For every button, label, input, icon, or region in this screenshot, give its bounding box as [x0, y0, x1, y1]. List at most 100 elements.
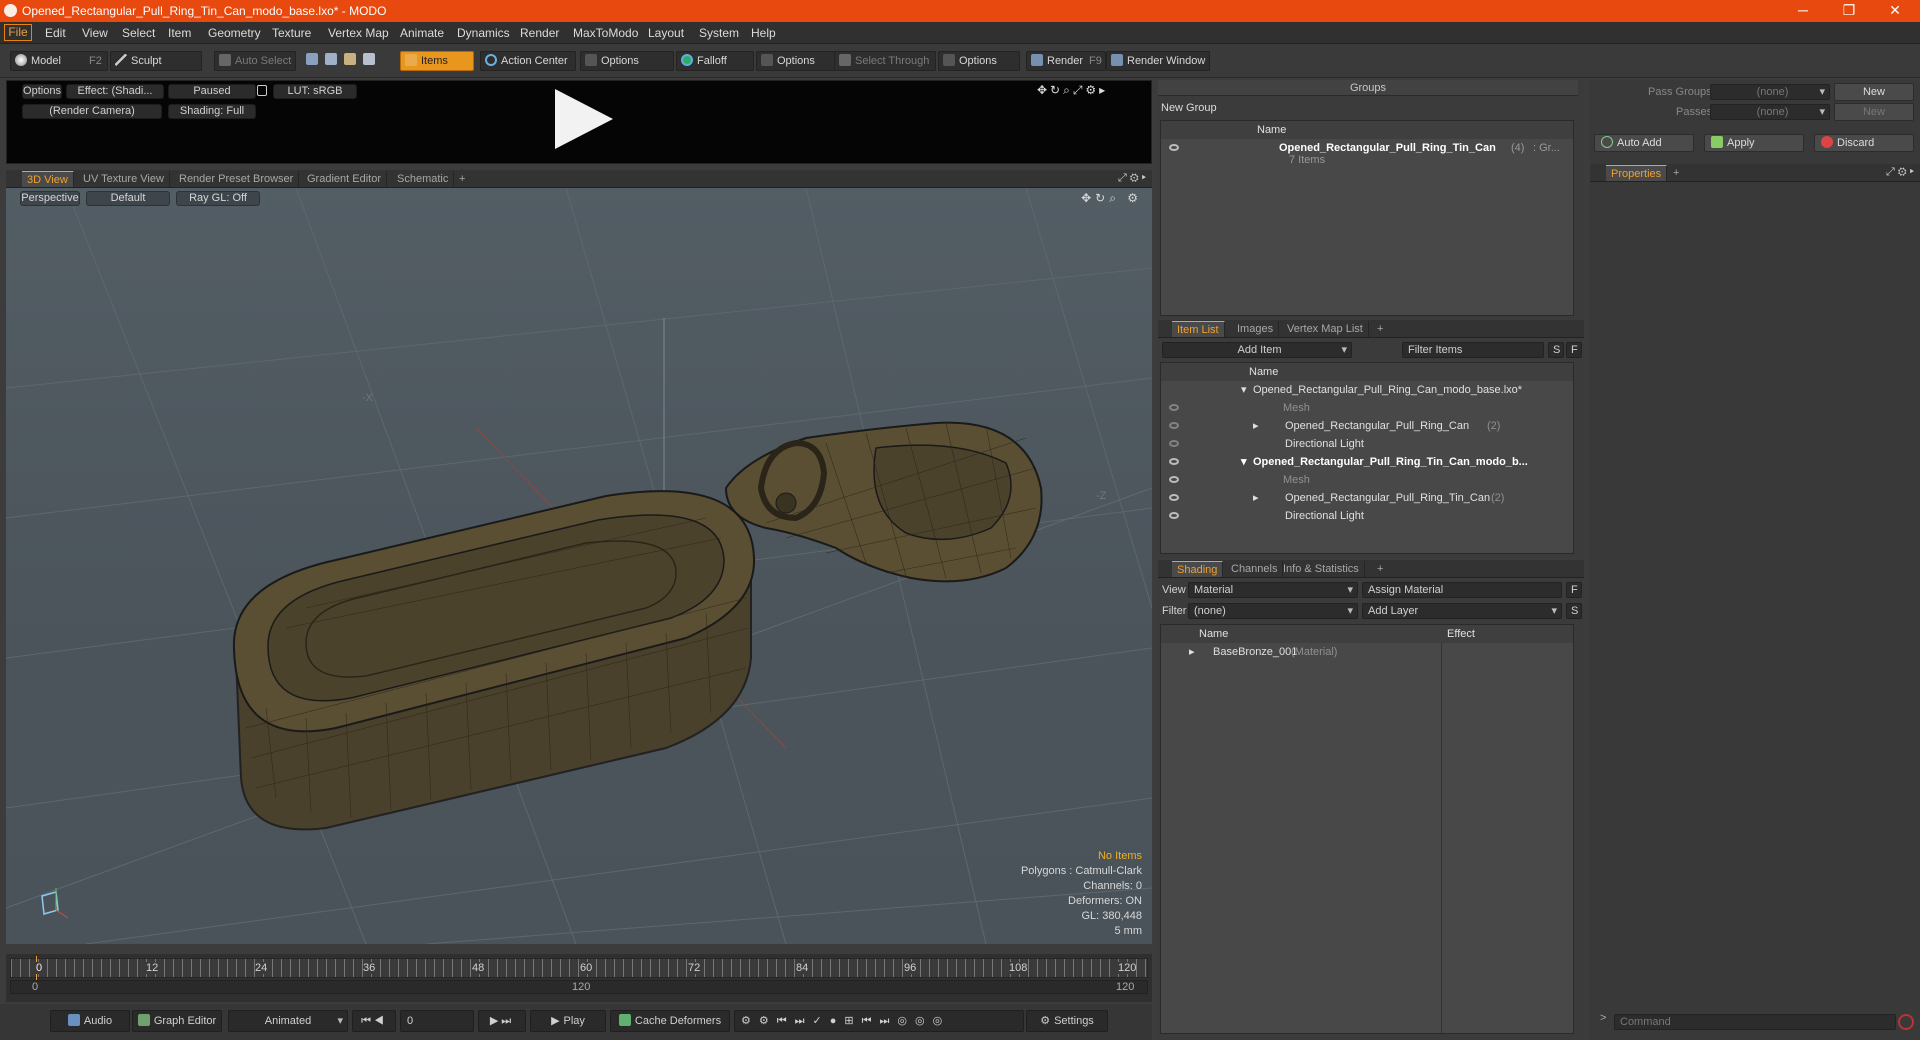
cache-deformers-button[interactable]: Cache Deformers: [610, 1010, 730, 1032]
assign-material-button[interactable]: Assign Material: [1362, 582, 1562, 598]
timeline[interactable]: 0 12 24 36 48 60 72 84 96 108 120 0 120 …: [6, 954, 1152, 1002]
visibility-eye-icon[interactable]: [1169, 404, 1179, 411]
visibility-eye-icon[interactable]: [1169, 422, 1179, 429]
add-layer-dropdown[interactable]: Add Layer: [1362, 603, 1562, 619]
auto-select-button[interactable]: Auto Select: [214, 51, 296, 71]
render-button[interactable]: Render F9: [1026, 51, 1106, 71]
tin-can-body-mesh[interactable]: [232, 490, 756, 831]
select-through-options-button[interactable]: Options: [938, 51, 1020, 71]
camera-dropdown[interactable]: (Render Camera): [22, 104, 162, 119]
tab-3d-view[interactable]: 3D View: [22, 171, 74, 187]
default-style-dropdown[interactable]: Default: [86, 191, 170, 206]
audio-button[interactable]: Audio: [50, 1010, 130, 1032]
add-tab-button[interactable]: +: [1372, 321, 1388, 337]
go-start-prev-key-buttons[interactable]: ⏮◀: [352, 1010, 396, 1032]
menu-help[interactable]: Help: [751, 26, 776, 40]
tab-shading[interactable]: Shading: [1172, 561, 1224, 577]
visibility-eye-icon[interactable]: [1169, 458, 1179, 465]
viewport-nav-icons[interactable]: ✥↻⌕ ⚙: [1081, 191, 1142, 206]
menu-maxtomodo[interactable]: MaxToModo: [573, 26, 638, 40]
list-item[interactable]: Directional Light: [1161, 507, 1573, 525]
tab-properties[interactable]: Properties: [1606, 165, 1668, 181]
lut-dropdown[interactable]: LUT: sRGB: [273, 84, 357, 99]
menu-vertex-map[interactable]: Vertex Map: [328, 26, 389, 40]
paused-button[interactable]: Paused: [168, 84, 256, 99]
tab-item-list[interactable]: Item List: [1172, 321, 1225, 337]
settings-button[interactable]: ⚙ Settings: [1026, 1010, 1108, 1032]
menu-item[interactable]: Item: [168, 26, 191, 40]
pass-groups-dropdown[interactable]: (none): [1710, 84, 1830, 100]
visibility-eye-icon[interactable]: [1169, 144, 1179, 151]
timeline-ruler[interactable]: [10, 958, 1148, 978]
filter-items-input[interactable]: Filter Items: [1402, 342, 1544, 358]
play-button[interactable]: ▶ Play: [530, 1010, 606, 1032]
falloff-options-button[interactable]: Options: [756, 51, 836, 71]
preview-options-button[interactable]: Options: [22, 84, 62, 99]
model-mode-button[interactable]: Model F2: [10, 51, 108, 71]
select-through-button[interactable]: Select Through: [834, 51, 936, 71]
list-item[interactable]: ▸ Opened_Rectangular_Pull_Ring_Can (2): [1161, 417, 1573, 435]
f-toggle[interactable]: F: [1566, 582, 1582, 598]
falloff-button[interactable]: Falloff: [676, 51, 754, 71]
command-clear-icon[interactable]: [1898, 1014, 1914, 1030]
visibility-eye-icon[interactable]: [1169, 512, 1179, 519]
menu-texture[interactable]: Texture: [272, 26, 311, 40]
view-dropdown[interactable]: Material: [1188, 582, 1358, 598]
items-mode-button[interactable]: Items: [400, 51, 474, 71]
new-group-button[interactable]: New Group: [1158, 100, 1238, 118]
f-toggle[interactable]: F: [1566, 342, 1582, 358]
visibility-eye-icon[interactable]: [1169, 440, 1179, 447]
add-tab-button[interactable]: +: [1668, 165, 1684, 181]
tab-schematic[interactable]: Schematic: [392, 171, 455, 187]
key-tools-icons[interactable]: ⚙⚙⏮⏭✓●⊞⏮⏭◎◎◎: [734, 1010, 1024, 1032]
action-center-button[interactable]: Action Center: [480, 51, 576, 71]
materials-icon[interactable]: [363, 53, 376, 65]
group-row[interactable]: Opened_Rectangular_Pull_Ring_Tin_Can (4)…: [1161, 139, 1573, 169]
list-item[interactable]: Mesh: [1161, 399, 1573, 417]
list-item[interactable]: Mesh: [1161, 471, 1573, 489]
tab-info-statistics[interactable]: Info & Statistics: [1278, 561, 1365, 577]
scene-canvas[interactable]: [6, 188, 1152, 944]
restore-button[interactable]: ❐: [1826, 0, 1872, 22]
apply-button[interactable]: Apply: [1704, 134, 1804, 152]
list-item[interactable]: ▾ Opened_Rectangular_Pull_Ring_Tin_Can_m…: [1161, 453, 1573, 471]
passes-dropdown[interactable]: (none): [1710, 104, 1830, 120]
animated-dropdown[interactable]: Animated: [228, 1010, 348, 1032]
list-item[interactable]: ▾ Opened_Rectangular_Pull_Ring_Can_modo_…: [1161, 381, 1573, 399]
graph-editor-button[interactable]: Graph Editor: [132, 1010, 222, 1032]
list-item[interactable]: Directional Light: [1161, 435, 1573, 453]
lock-icon[interactable]: [257, 85, 267, 96]
tab-gradient-editor[interactable]: Gradient Editor: [302, 171, 387, 187]
next-key-go-end-buttons[interactable]: ▶⏭: [478, 1010, 526, 1032]
auto-add-button[interactable]: Auto Add: [1594, 134, 1694, 152]
menu-view[interactable]: View: [82, 26, 108, 40]
s-toggle[interactable]: S: [1566, 603, 1582, 619]
viewport-panel-icons[interactable]: ⤢ ⚙ ▸: [1118, 172, 1146, 185]
preview-nav-icons[interactable]: ✥↻⌕⤢⚙▸: [1037, 83, 1149, 97]
menu-file[interactable]: File: [4, 24, 32, 41]
menu-select[interactable]: Select: [122, 26, 155, 40]
play-icon[interactable]: [547, 83, 619, 155]
command-input[interactable]: Command: [1614, 1014, 1896, 1030]
render-window-button[interactable]: Render Window: [1106, 51, 1210, 71]
menu-animate[interactable]: Animate: [400, 26, 444, 40]
edges-icon[interactable]: [325, 53, 338, 65]
menu-layout[interactable]: Layout: [648, 26, 684, 40]
action-center-options-button[interactable]: Options: [580, 51, 674, 71]
tab-vertex-map-list[interactable]: Vertex Map List: [1282, 321, 1369, 337]
visibility-eye-icon[interactable]: [1169, 494, 1179, 501]
tab-channels[interactable]: Channels: [1226, 561, 1284, 577]
discard-button[interactable]: Discard: [1814, 134, 1914, 152]
menu-dynamics[interactable]: Dynamics: [457, 26, 510, 40]
new-pass-button[interactable]: New: [1834, 103, 1914, 121]
frame-input[interactable]: 0: [400, 1010, 474, 1032]
menu-render[interactable]: Render: [520, 26, 559, 40]
perspective-dropdown[interactable]: Perspective: [20, 191, 80, 206]
close-button[interactable]: ✕: [1872, 0, 1918, 22]
filter-dropdown[interactable]: (none): [1188, 603, 1358, 619]
shading-dropdown[interactable]: Shading: Full: [168, 104, 256, 119]
new-pass-group-button[interactable]: New: [1834, 83, 1914, 101]
add-tab-button[interactable]: +: [454, 171, 470, 187]
vertices-icon[interactable]: [306, 53, 318, 65]
material-row[interactable]: ▸ BaseBronze_001 (Material): [1161, 643, 1573, 661]
